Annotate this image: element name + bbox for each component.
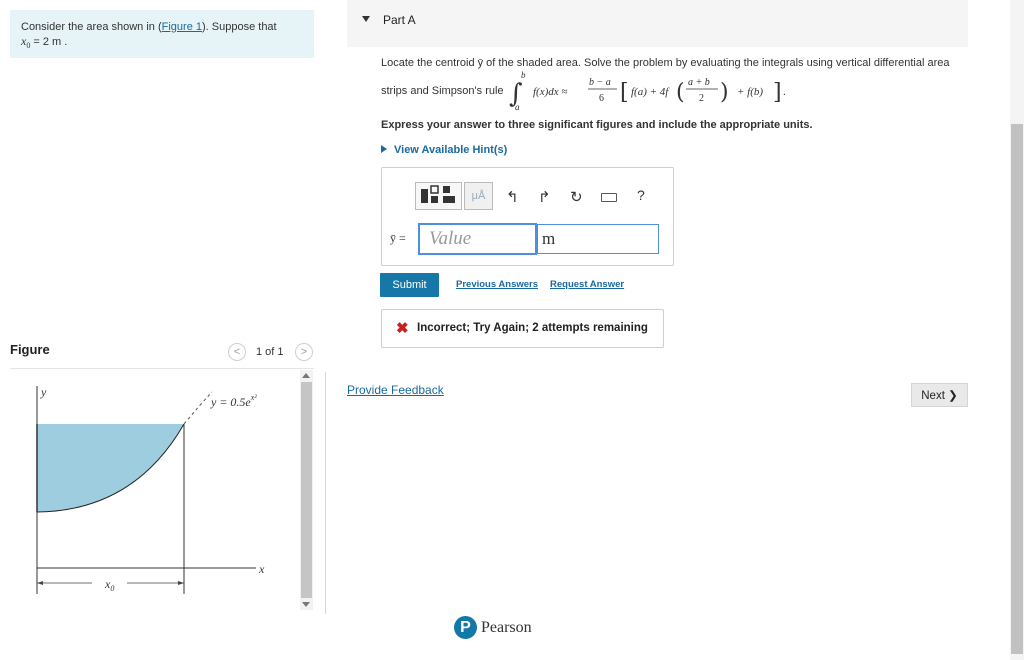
problem-text-prefix: Consider the area shown in ( bbox=[21, 21, 162, 33]
x-axis-label: x bbox=[258, 562, 265, 576]
fa-term: f(a) + 4f bbox=[631, 86, 670, 98]
svg-text:.: . bbox=[783, 86, 786, 98]
lower-limit: a bbox=[515, 102, 520, 112]
undo-icon[interactable]: ↰ bbox=[506, 188, 519, 206]
upper-limit: b bbox=[521, 70, 526, 80]
request-answer-link[interactable]: Request Answer bbox=[550, 279, 624, 290]
pearson-wordmark: Pearson bbox=[481, 619, 532, 636]
error-x-icon: ✖ bbox=[396, 320, 409, 337]
y-axis-label: y bbox=[40, 385, 47, 399]
chevron-right-icon: > bbox=[300, 346, 308, 358]
svg-text:(: ( bbox=[676, 80, 685, 105]
problem-statement: Consider the area shown in (Figure 1). S… bbox=[10, 10, 314, 58]
templates-icon bbox=[421, 185, 455, 203]
curve-extension bbox=[183, 391, 213, 425]
shaded-area bbox=[37, 424, 184, 512]
hint-link-label: View Available Hint(s) bbox=[394, 144, 508, 156]
x0-value: = 2 m . bbox=[30, 36, 68, 48]
pearson-logo-icon: P bbox=[454, 616, 477, 639]
units-button[interactable]: μÅ bbox=[464, 182, 493, 210]
svg-text:[: [ bbox=[620, 80, 629, 105]
integrand: f(x)dx ≈ bbox=[533, 86, 567, 98]
feedback-message: ✖ Incorrect; Try Again; 2 attempts remai… bbox=[381, 309, 664, 348]
scroll-down-icon[interactable] bbox=[302, 602, 310, 607]
templates-button[interactable] bbox=[415, 182, 462, 210]
problem-text-suffix: ). Suppose that bbox=[202, 21, 277, 33]
view-hints-link[interactable]: View Available Hint(s) bbox=[381, 144, 507, 156]
fb-term: + f(b) bbox=[737, 86, 763, 98]
column-divider bbox=[325, 372, 326, 614]
keyboard-icon[interactable] bbox=[601, 193, 617, 202]
figure-pager: 1 of 1 bbox=[256, 346, 284, 358]
figure-scrollbar[interactable] bbox=[300, 370, 313, 610]
svg-text:): ) bbox=[720, 80, 729, 105]
page-scrollbar[interactable] bbox=[1010, 0, 1024, 660]
scroll-up-icon[interactable] bbox=[302, 373, 310, 378]
answer-variable-label: ȳ = bbox=[390, 231, 406, 245]
figure-title: Figure bbox=[10, 342, 50, 357]
figure-divider bbox=[10, 368, 314, 369]
instruction-text-2: strips and Simpson's rule bbox=[381, 85, 504, 97]
submit-button[interactable]: Submit bbox=[380, 273, 439, 297]
prev-figure-button[interactable]: < bbox=[228, 343, 246, 361]
feedback-text: Incorrect; Try Again; 2 attempts remaini… bbox=[417, 322, 648, 334]
next-button[interactable]: Next ❯ bbox=[911, 383, 968, 407]
mid-denominator: 2 bbox=[699, 93, 704, 104]
reset-icon[interactable]: ↻ bbox=[570, 188, 583, 206]
figure-scroll-thumb[interactable] bbox=[301, 382, 312, 598]
expand-caret-icon bbox=[381, 145, 387, 153]
part-title: Part A bbox=[383, 13, 416, 27]
provide-feedback-link[interactable]: Provide Feedback bbox=[347, 383, 444, 397]
page-scroll-thumb[interactable] bbox=[1011, 124, 1023, 654]
mid-numerator: a + b bbox=[688, 77, 710, 88]
fraction-denominator: 6 bbox=[599, 93, 604, 104]
units-instruction: Express your answer to three significant… bbox=[381, 119, 813, 131]
figure-link[interactable]: Figure 1 bbox=[162, 21, 202, 33]
value-input[interactable] bbox=[418, 223, 537, 255]
curve-equation: y = 0.5ex² bbox=[210, 393, 257, 409]
next-figure-button[interactable]: > bbox=[295, 343, 313, 361]
previous-answers-link[interactable]: Previous Answers bbox=[456, 279, 538, 290]
svg-text:]: ] bbox=[773, 80, 782, 105]
x0-label: x0 bbox=[104, 577, 114, 593]
help-button[interactable]: ? bbox=[637, 187, 645, 203]
redo-icon[interactable]: ↱ bbox=[538, 188, 551, 206]
chevron-left-icon: < bbox=[233, 346, 241, 358]
units-input[interactable]: m bbox=[537, 224, 659, 254]
part-a-header[interactable]: Part A bbox=[347, 0, 968, 47]
collapse-caret-icon bbox=[362, 16, 370, 22]
area-figure: x0 y x y = 0.5ex² bbox=[36, 385, 265, 594]
fraction-numerator: b − a bbox=[589, 77, 611, 88]
simpsons-rule-formula: ∫ b a f(x)dx ≈ b − a 6 [ f(a) + 4f ( a +… bbox=[509, 70, 786, 112]
